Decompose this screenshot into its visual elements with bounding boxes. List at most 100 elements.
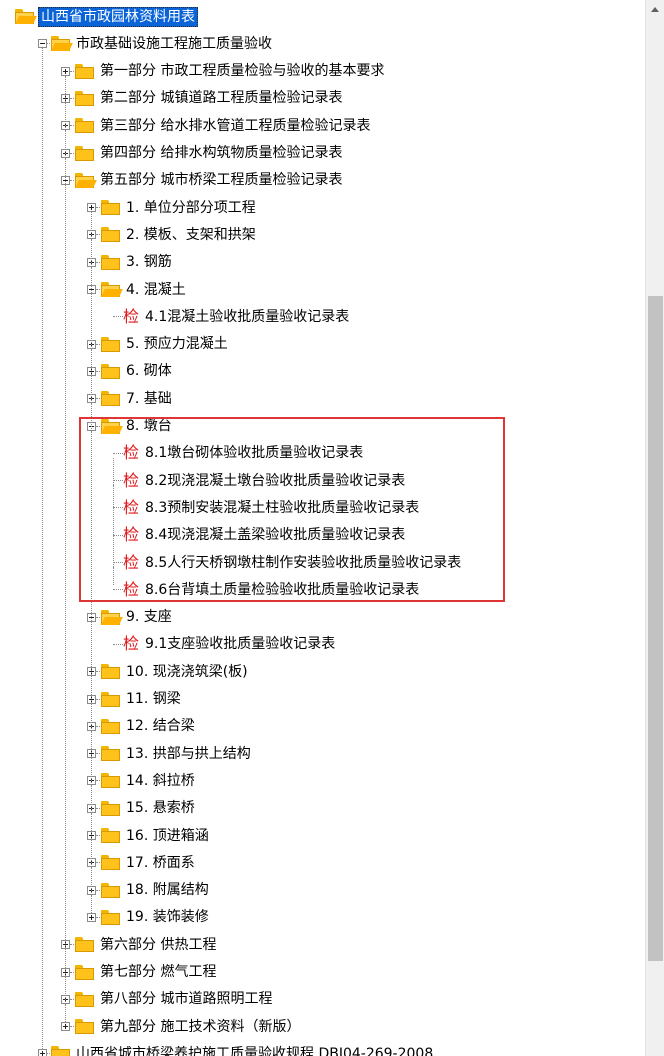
tree-node-bridge-1[interactable]: 1. 单位分部分项工程	[100, 194, 258, 221]
tree-connector-line	[113, 316, 123, 318]
folder-icon	[100, 363, 120, 380]
tree-node-label: 6. 砌体	[126, 363, 172, 380]
tree-node-label: 17. 桥面系	[126, 854, 195, 871]
tree-connector-line	[96, 780, 100, 782]
tree-node-part-6[interactable]: 第六部分 供热工程	[74, 931, 218, 958]
tree-node-bridge-13[interactable]: 13. 拱部与拱上结构	[100, 740, 253, 767]
tree-node-part-8[interactable]: 第八部分 城市道路照明工程	[74, 986, 274, 1013]
tree-node-label: 9.1支座验收批质量验收记录表	[145, 636, 336, 653]
tree-doc-9-1[interactable]: 检 9.1支座验收批质量验收记录表	[123, 631, 337, 658]
tree-node-bridge-18[interactable]: 18. 附属结构	[100, 877, 211, 904]
tree-node-part-1[interactable]: 第一部分 市政工程质量检验与验收的基本要求	[74, 58, 386, 85]
tree-connector-line	[70, 179, 74, 181]
tree-connector-line	[96, 261, 100, 263]
expand-toggle-icon[interactable]	[38, 1049, 47, 1056]
folder-icon	[74, 1018, 94, 1035]
folder-icon	[100, 772, 120, 789]
tree-node-municipal[interactable]: 市政基础设施工程施工质量验收	[50, 30, 274, 57]
tree-doc-4-1[interactable]: 检 4.1混凝土验收批质量验收记录表	[123, 303, 351, 330]
folder-icon	[100, 390, 120, 407]
tree-node-part-3[interactable]: 第三部分 给水排水管道工程质量检验记录表	[74, 112, 372, 139]
tree-node-bridge-16[interactable]: 16. 顶进箱涵	[100, 822, 211, 849]
expand-toggle-icon[interactable]	[61, 66, 70, 76]
tree-node-label: 7. 基础	[126, 390, 172, 407]
tree-node-label: 12. 结合梁	[126, 718, 195, 735]
folder-icon	[100, 745, 120, 762]
folder-icon	[100, 663, 120, 680]
document-check-icon: 检	[123, 634, 140, 654]
folder-open-icon	[100, 609, 123, 626]
tree-node-part-9[interactable]: 第九部分 施工技术资料（新版）	[74, 1013, 302, 1040]
tree-node-part-4[interactable]: 第四部分 给排水构筑物质量检验记录表	[74, 140, 344, 167]
tree-node-label: 16. 顶进箱涵	[126, 827, 209, 844]
folder-icon	[100, 226, 120, 243]
tree-node-label: 2. 模板、支架和拱架	[126, 226, 256, 243]
tree-node-label: 5. 预应力混凝土	[126, 336, 228, 353]
tree-node-part-5[interactable]: 第五部分 城市桥梁工程质量检验记录表	[74, 167, 344, 194]
tree-node-label: 14. 斜拉桥	[126, 772, 195, 789]
folder-open-icon	[74, 172, 97, 189]
tree-connector-line	[113, 643, 123, 645]
tree-node-bridge-9[interactable]: 9. 支座	[100, 604, 174, 631]
folder-icon	[100, 827, 120, 844]
tree-connector-line	[96, 725, 100, 727]
scroll-thumb[interactable]	[648, 296, 663, 961]
tree-node-bridge-11[interactable]: 11. 钢梁	[100, 686, 183, 713]
tree-node-part-2[interactable]: 第二部分 城镇道路工程质量检验记录表	[74, 85, 344, 112]
tree-node-label: 13. 拱部与拱上结构	[126, 745, 251, 762]
tree-node-bridge-17[interactable]: 17. 桥面系	[100, 849, 197, 876]
tree-connector-line	[70, 1026, 74, 1028]
tree-connector-line	[70, 70, 74, 72]
folder-icon	[100, 691, 120, 708]
tree-connector-line	[47, 43, 50, 45]
tree-node-bridge-2[interactable]: 2. 模板、支架和拱架	[100, 221, 258, 248]
folder-icon	[74, 63, 94, 80]
tree-connector-line	[96, 616, 100, 618]
expand-toggle-icon[interactable]	[61, 1022, 70, 1032]
folder-icon	[74, 117, 94, 134]
tree-connector-line	[96, 207, 100, 209]
tree-connector-line	[91, 894, 92, 913]
tree-connector-line	[70, 971, 74, 973]
tree-node-bridge-15[interactable]: 15. 悬索桥	[100, 795, 197, 822]
tree-node-bridge-19[interactable]: 19. 装饰装修	[100, 904, 211, 931]
tree-connector-line	[96, 289, 100, 290]
tree-node-bridge-10[interactable]: 10. 现浇浇筑梁(板)	[100, 658, 250, 685]
tree-connector-line	[96, 671, 100, 673]
tree-node-part-7[interactable]: 第七部分 燃气工程	[74, 959, 218, 986]
tree-node-label: 第三部分 给水排水管道工程质量检验记录表	[100, 117, 371, 134]
tree-node-bridge-3[interactable]: 3. 钢筋	[100, 249, 174, 276]
tree-connector-line	[70, 152, 74, 154]
tree-node-bridge-14[interactable]: 14. 斜拉桥	[100, 767, 197, 794]
folder-icon	[50, 1045, 70, 1056]
tree-node-label: 第一部分 市政工程质量检验与验收的基本要求	[100, 63, 385, 80]
collapse-toggle-icon[interactable]	[38, 39, 47, 49]
tree-connector-line	[47, 1053, 50, 1055]
tree-node-bridge-12[interactable]: 12. 结合梁	[100, 713, 197, 740]
tree-node-label: 10. 现浇浇筑梁(板)	[126, 663, 248, 680]
tree-node-bridge-7[interactable]: 7. 基础	[100, 385, 174, 412]
tree-node-bridge-6[interactable]: 6. 砌体	[100, 358, 174, 385]
folder-icon	[100, 254, 120, 271]
tree-node-bridge-4[interactable]: 4. 混凝土	[100, 276, 188, 303]
folder-open-icon	[14, 8, 37, 25]
tree-connector-line	[70, 97, 74, 99]
tree-node-label: 15. 悬索桥	[126, 800, 195, 817]
tree-node-label: 山西省市政园林资料用表	[38, 6, 198, 27]
tree-node-label: 9. 支座	[126, 609, 172, 626]
scroll-up-arrow-icon[interactable]	[646, 0, 664, 18]
tree-connector-line	[70, 125, 74, 127]
tree-connector-line	[65, 1003, 66, 1023]
tree-node-label: 第七部分 燃气工程	[100, 964, 217, 980]
tree-connector-line	[96, 234, 100, 236]
tree-node-bridge-5[interactable]: 5. 预应力混凝土	[100, 331, 230, 358]
tree-connector-line	[96, 398, 100, 400]
expand-toggle-icon[interactable]	[87, 912, 96, 922]
expand-toggle-icon[interactable]	[87, 203, 96, 213]
folder-icon	[100, 718, 120, 735]
folder-icon	[100, 336, 120, 353]
tree-node-maintenance[interactable]: 山西省城市桥梁养护施工质量验收规程 DBJ04-269-2008	[50, 1040, 435, 1056]
tree-connector-line	[96, 698, 100, 700]
tree-node-root[interactable]: 山西省市政园林资料用表	[14, 3, 198, 30]
vertical-scrollbar[interactable]	[645, 0, 664, 1056]
